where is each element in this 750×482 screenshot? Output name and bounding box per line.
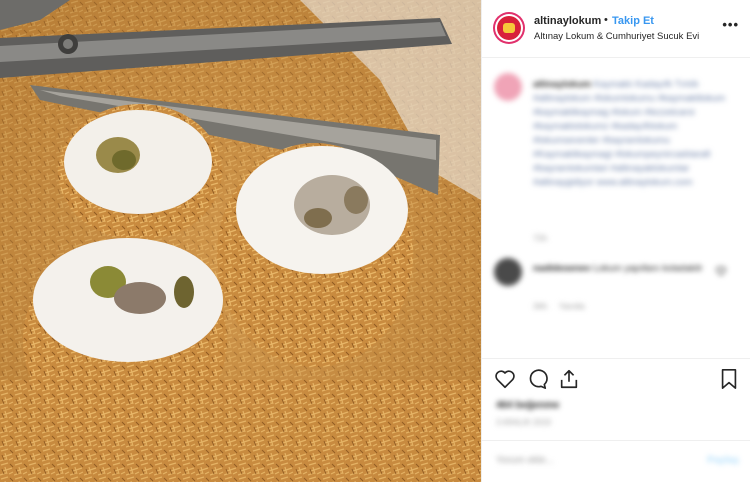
likes-count[interactable]: 464 beğenme: [496, 400, 559, 411]
food-photo-illustration: [0, 0, 481, 482]
post-comment-button[interactable]: Paylaş: [707, 455, 739, 466]
caption-body: Kaymaklı Kadayıflı Tırtıllı #altinayloku…: [533, 79, 726, 188]
more-horizontal-icon[interactable]: •••: [722, 17, 739, 32]
actions-divider: [482, 358, 750, 359]
caption-link[interactable]: www.altinaylokum.com: [596, 177, 692, 188]
location-link[interactable]: Altınay Lokum & Cumhuriyet Sucuk Evi: [534, 31, 699, 42]
post-side-panel: altinaylokum • Takip Et Altınay Lokum & …: [481, 0, 750, 482]
comment-time: 34h: [533, 301, 548, 311]
share-icon[interactable]: [558, 368, 580, 390]
caption-time: 72h: [533, 233, 548, 243]
add-comment-bar: Yorum ekle... Paylaş: [482, 440, 750, 482]
comment-body: Lokum yapıllanı koladakilr: [593, 263, 703, 274]
avatar[interactable]: [493, 12, 525, 44]
post-header: altinaylokum • Takip Et Altınay Lokum & …: [482, 0, 750, 58]
username-link[interactable]: altinaylokum: [534, 15, 601, 27]
caption-text: altinaylokum Kaymaklı Kadayıflı Tırtıllı…: [533, 78, 733, 190]
caption-avatar[interactable]: [494, 73, 522, 101]
follow-button[interactable]: Takip Et: [612, 15, 654, 27]
caption-author[interactable]: altinaylokum: [533, 79, 591, 90]
comment-text: nadidesenev Lokum yapıllanı koladakilr: [533, 262, 703, 275]
comment-icon[interactable]: [526, 368, 548, 390]
comment-heart-icon[interactable]: [716, 266, 726, 276]
post-photo[interactable]: [0, 0, 481, 482]
comment-reply-link[interactable]: Yanıtla: [559, 301, 585, 311]
heart-icon[interactable]: [494, 368, 516, 390]
post-date: 3 ARALIK 2019: [496, 418, 551, 427]
comment-meta: 34h Yanıtla: [533, 301, 585, 311]
comment-author[interactable]: nadidesenev: [533, 263, 591, 274]
instagram-post: altinaylokum • Takip Et Altınay Lokum & …: [0, 0, 750, 482]
bookmark-icon[interactable]: [718, 368, 740, 390]
comment-input[interactable]: Yorum ekle...: [496, 455, 554, 466]
comment-avatar[interactable]: [494, 258, 522, 286]
separator-dot: •: [604, 14, 608, 26]
